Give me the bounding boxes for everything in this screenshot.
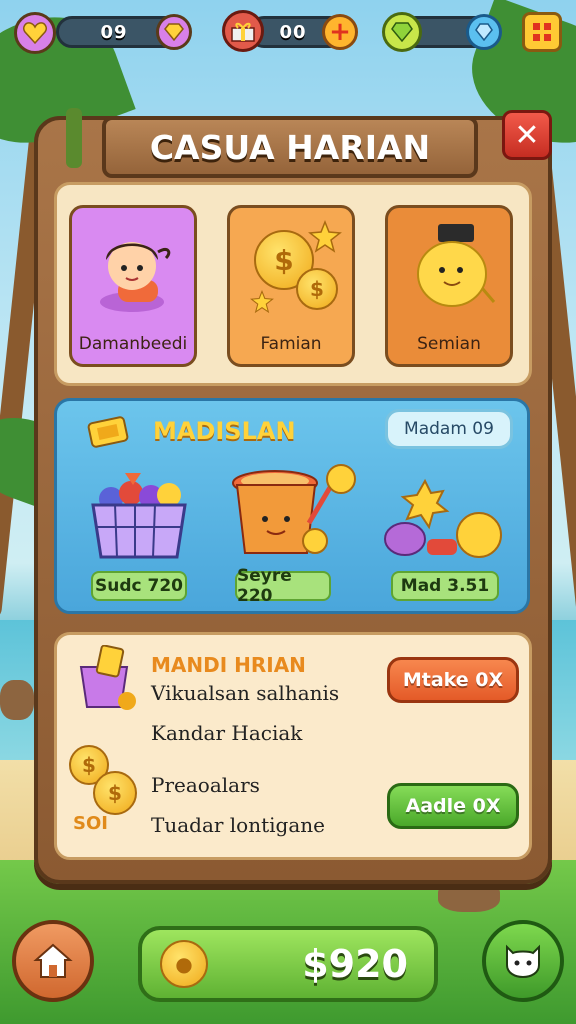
category-label: Famian — [260, 334, 322, 354]
close-button[interactable]: ✕ — [502, 110, 552, 160]
coin-icon: $ — [296, 268, 338, 310]
price-tag-fruit-basket[interactable]: Sudc 720 — [91, 571, 187, 601]
gifts-value: 00 — [279, 21, 307, 43]
home-icon — [33, 943, 73, 978]
rock-right — [438, 880, 500, 912]
category-panel: Damanbeedi $ $ Famian Semian — [54, 182, 532, 386]
coin-icon: $ — [93, 771, 137, 815]
category-label: Semian — [417, 334, 481, 354]
star-icon — [250, 290, 274, 314]
task-line: Preaoalars — [151, 773, 260, 797]
star-icon — [308, 220, 342, 253]
bucket-icon — [79, 645, 136, 710]
gem-icon — [156, 14, 192, 50]
price-tag-soup-pot[interactable]: Seyre 220 — [235, 566, 331, 606]
task-line: Kandar Haciak — [151, 721, 303, 745]
gem-green-icon — [382, 12, 422, 52]
close-icon: ✕ — [514, 117, 540, 153]
daily-task-panel: MANDI HRIAN Vikualsan salhanis Kandar Ha… — [54, 632, 532, 860]
coin-reward-label: SOI — [73, 813, 108, 834]
category-card-famian[interactable]: $ $ Famian — [227, 205, 355, 367]
chat-icon — [506, 944, 540, 979]
girl-character-icon — [100, 242, 171, 312]
plus-icon: + — [329, 17, 351, 47]
heart-icon — [14, 12, 56, 54]
category-label: Damanbeedi — [78, 334, 188, 354]
ticket-icon — [87, 416, 129, 448]
price-tag-coin-pile[interactable]: Mad 3.51 — [391, 571, 499, 601]
grid-menu-button[interactable] — [522, 12, 562, 52]
grid-menu-icon — [533, 23, 551, 41]
coin-pile-icon — [384, 478, 502, 558]
task-line: Vikualsan salhanis — [151, 681, 340, 705]
soup-pot-icon — [232, 464, 356, 554]
balance-value: $920 — [302, 942, 408, 986]
lemon-character-icon — [417, 224, 496, 307]
rock — [0, 680, 34, 720]
vine-decoration — [66, 108, 82, 168]
gems-value — [413, 19, 473, 45]
task-button-1[interactable]: Mtake 0X — [387, 657, 519, 703]
home-button[interactable] — [12, 920, 94, 1002]
category-card-semian[interactable]: Semian — [385, 205, 513, 367]
fruit-basket-icon — [91, 473, 187, 559]
coin-bag-icon: ● — [160, 940, 208, 988]
dialog-title: CASUA HARIAN — [102, 116, 478, 178]
category-card-damanbeedi[interactable]: Damanbeedi — [69, 205, 197, 367]
hearts-value: 09 — [100, 21, 128, 43]
shop-panel: MADISLAN Madam 09 Sudc 720 Seyre 220 Mad… — [54, 398, 530, 614]
task-line: Tuadar lontigane — [151, 813, 325, 837]
task-button-2[interactable]: Aadle 0X — [387, 783, 519, 829]
shop-chip[interactable]: Madam 09 — [385, 409, 513, 449]
chat-button[interactable] — [482, 920, 564, 1002]
diamond-icon — [466, 14, 502, 50]
task-title: MANDI HRIAN — [151, 653, 306, 677]
shop-title: MADISLAN — [153, 417, 296, 445]
gift-icon — [222, 10, 264, 52]
balance-bar[interactable]: ● $920 — [138, 926, 438, 1002]
add-gifts-button[interactable]: + — [322, 14, 358, 50]
